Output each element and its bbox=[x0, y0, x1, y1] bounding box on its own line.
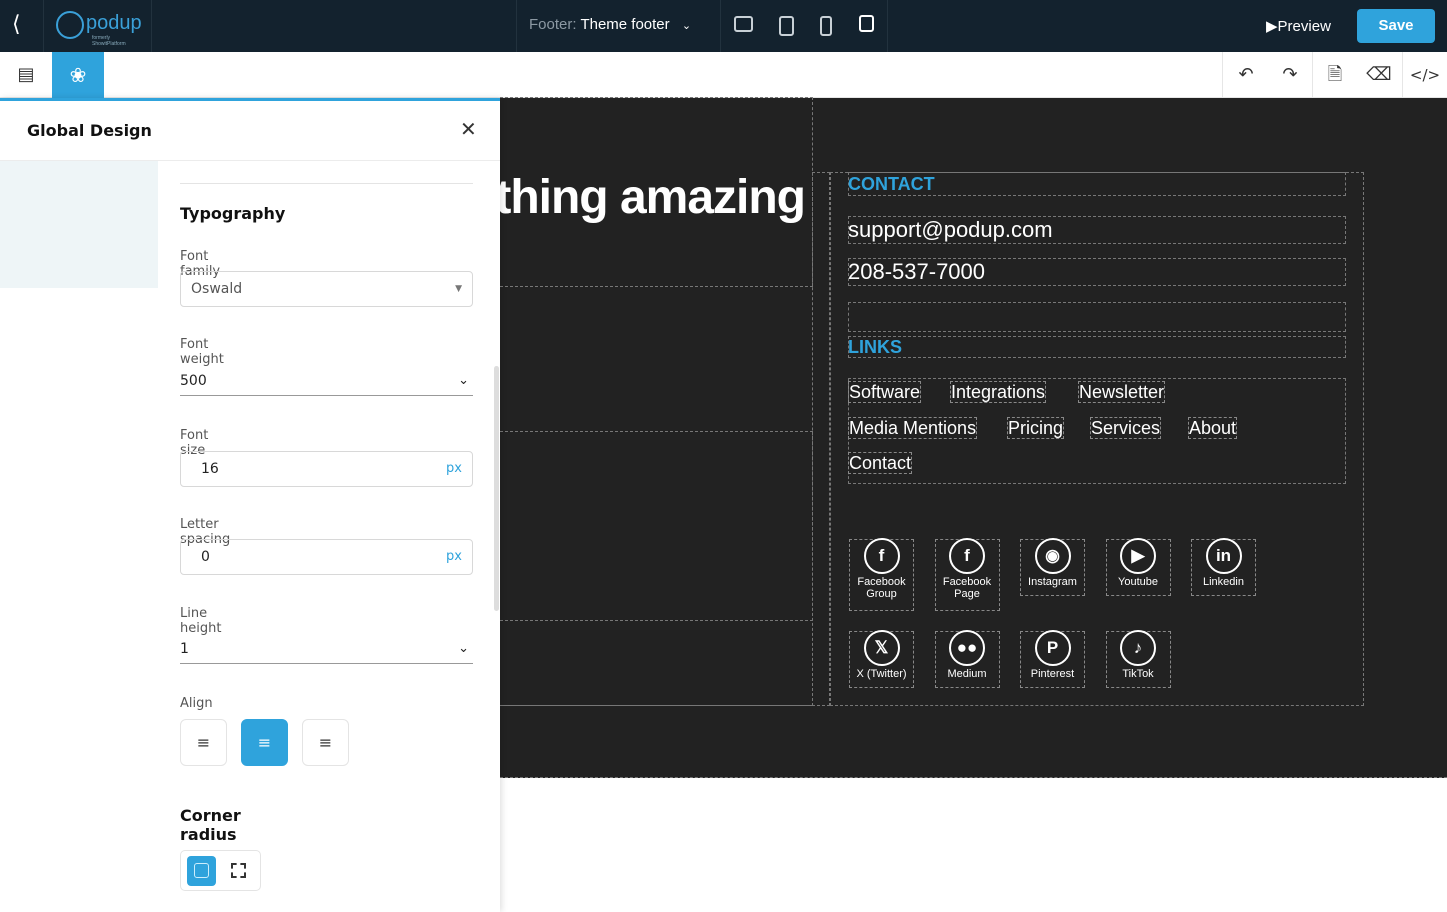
footer-link[interactable]: Contact bbox=[848, 452, 913, 474]
social-label: Youtube bbox=[1118, 576, 1158, 588]
line-height-select[interactable]: 1 ⌄ bbox=[180, 634, 473, 664]
social-label: Linkedin bbox=[1203, 576, 1244, 588]
footer-link[interactable]: Media Mentions bbox=[848, 417, 978, 439]
align-left-button[interactable]: ≡ bbox=[180, 719, 227, 766]
youtube-icon: ▶ bbox=[1120, 538, 1156, 574]
panel-title: Global Design bbox=[27, 121, 152, 140]
mobile-view-icon[interactable] bbox=[820, 16, 832, 36]
top-bar bbox=[0, 0, 1447, 52]
social-label: Pinterest bbox=[1030, 668, 1075, 680]
pinterest-icon: P bbox=[1034, 630, 1071, 666]
contact-email[interactable]: support@podup.com bbox=[848, 217, 1053, 243]
code-icon[interactable]: </> bbox=[1403, 52, 1447, 98]
social-link-instagram[interactable]: ◉ Instagram bbox=[1020, 538, 1085, 596]
align-right-button[interactable]: ≡ bbox=[302, 719, 349, 766]
x-icon: 𝕏 bbox=[863, 630, 900, 666]
social-link-youtube[interactable]: ▶ Youtube bbox=[1105, 538, 1171, 596]
uniform-radius-button[interactable] bbox=[187, 856, 216, 886]
align-label: Align bbox=[180, 696, 213, 711]
footer-link[interactable]: Integrations bbox=[950, 381, 1047, 403]
font-weight-select[interactable]: 500 ⌄ bbox=[180, 366, 473, 396]
chevron-down-icon: ⌄ bbox=[458, 373, 469, 388]
close-icon[interactable]: ✕ bbox=[460, 117, 477, 141]
palette-icon[interactable]: ❀ bbox=[52, 52, 104, 98]
social-link-linkedin[interactable]: in Linkedin bbox=[1191, 538, 1256, 596]
corner-radius-toggle bbox=[180, 850, 261, 891]
corner-radius-heading: Corner radius bbox=[180, 806, 241, 844]
logo: podup formerly ShowitPlatform bbox=[56, 10, 142, 47]
tiktok-icon: ♪ bbox=[1120, 630, 1156, 666]
contact-phone[interactable]: 208-537-7000 bbox=[848, 259, 985, 285]
social-link-tiktok[interactable]: ♪ TikTok bbox=[1105, 630, 1171, 688]
social-link-facebook-group[interactable]: f Facebook Group bbox=[849, 538, 914, 611]
linkedin-icon: in bbox=[1205, 538, 1242, 574]
social-label: Medium bbox=[947, 668, 987, 680]
footer-link[interactable]: About bbox=[1188, 417, 1238, 439]
back-icon[interactable]: ⟨ bbox=[12, 12, 32, 37]
facebook-icon: f bbox=[949, 538, 985, 574]
panel-scrollbar[interactable] bbox=[494, 366, 499, 611]
social-link-pinterest[interactable]: P Pinterest bbox=[1020, 630, 1085, 688]
tablet-view-icon[interactable] bbox=[779, 16, 794, 36]
social-label: Facebook Page bbox=[942, 576, 992, 600]
social-label: Facebook Group bbox=[857, 576, 906, 600]
save-button[interactable]: Save bbox=[1357, 9, 1435, 43]
font-size-input[interactable]: 16 px bbox=[180, 451, 473, 487]
align-center-button[interactable]: ≡ bbox=[241, 719, 288, 766]
typography-heading: Typography bbox=[180, 204, 286, 223]
preview-button[interactable]: ▶Preview bbox=[1266, 17, 1331, 35]
font-family-select[interactable]: Oswald ▼ bbox=[180, 271, 473, 307]
individual-radius-button[interactable] bbox=[231, 863, 246, 878]
social-link-x-twitter[interactable]: 𝕏 X (Twitter) bbox=[849, 630, 914, 688]
fullscreen-view-icon[interactable] bbox=[859, 15, 874, 32]
medium-icon: ●● bbox=[949, 630, 985, 666]
footer-link[interactable]: Software bbox=[848, 381, 922, 403]
font-weight-label: Font weight bbox=[180, 337, 224, 367]
links-title[interactable]: LINKS bbox=[848, 337, 902, 358]
social-label: Instagram bbox=[1028, 576, 1077, 588]
redo-icon[interactable]: ↷ bbox=[1268, 52, 1312, 98]
social-label: X (Twitter) bbox=[856, 668, 907, 680]
undo-icon[interactable]: ↶ bbox=[1224, 52, 1268, 98]
instagram-icon: ◉ bbox=[1034, 538, 1071, 574]
layers-icon[interactable]: ▤ bbox=[4, 52, 48, 98]
panel-sidebar bbox=[0, 161, 158, 288]
eraser-icon[interactable]: ⌫ bbox=[1357, 52, 1401, 98]
chevron-down-icon: ⌄ bbox=[458, 641, 469, 656]
line-height-label: Line height bbox=[180, 606, 222, 636]
footer-link[interactable]: Services bbox=[1090, 417, 1162, 439]
facebook-icon: f bbox=[863, 538, 900, 574]
contact-title[interactable]: CONTACT bbox=[848, 174, 935, 195]
desktop-view-icon[interactable] bbox=[734, 16, 753, 32]
social-link-facebook-page[interactable]: f Facebook Page bbox=[934, 538, 1000, 611]
footer-link[interactable]: Pricing bbox=[1007, 417, 1065, 439]
footer-selector[interactable]: Footer: Theme footer ⌄ bbox=[529, 16, 691, 33]
letter-spacing-input[interactable]: 0 px bbox=[180, 539, 473, 575]
footer-heading[interactable]: thing amazing bbox=[495, 170, 806, 225]
caret-down-icon: ▼ bbox=[455, 284, 462, 294]
social-label: TikTok bbox=[1122, 668, 1154, 680]
code-file-icon[interactable]: 🗎 bbox=[1313, 52, 1357, 98]
social-link-medium[interactable]: ●● Medium bbox=[934, 630, 1000, 688]
footer-link[interactable]: Newsletter bbox=[1078, 381, 1166, 403]
